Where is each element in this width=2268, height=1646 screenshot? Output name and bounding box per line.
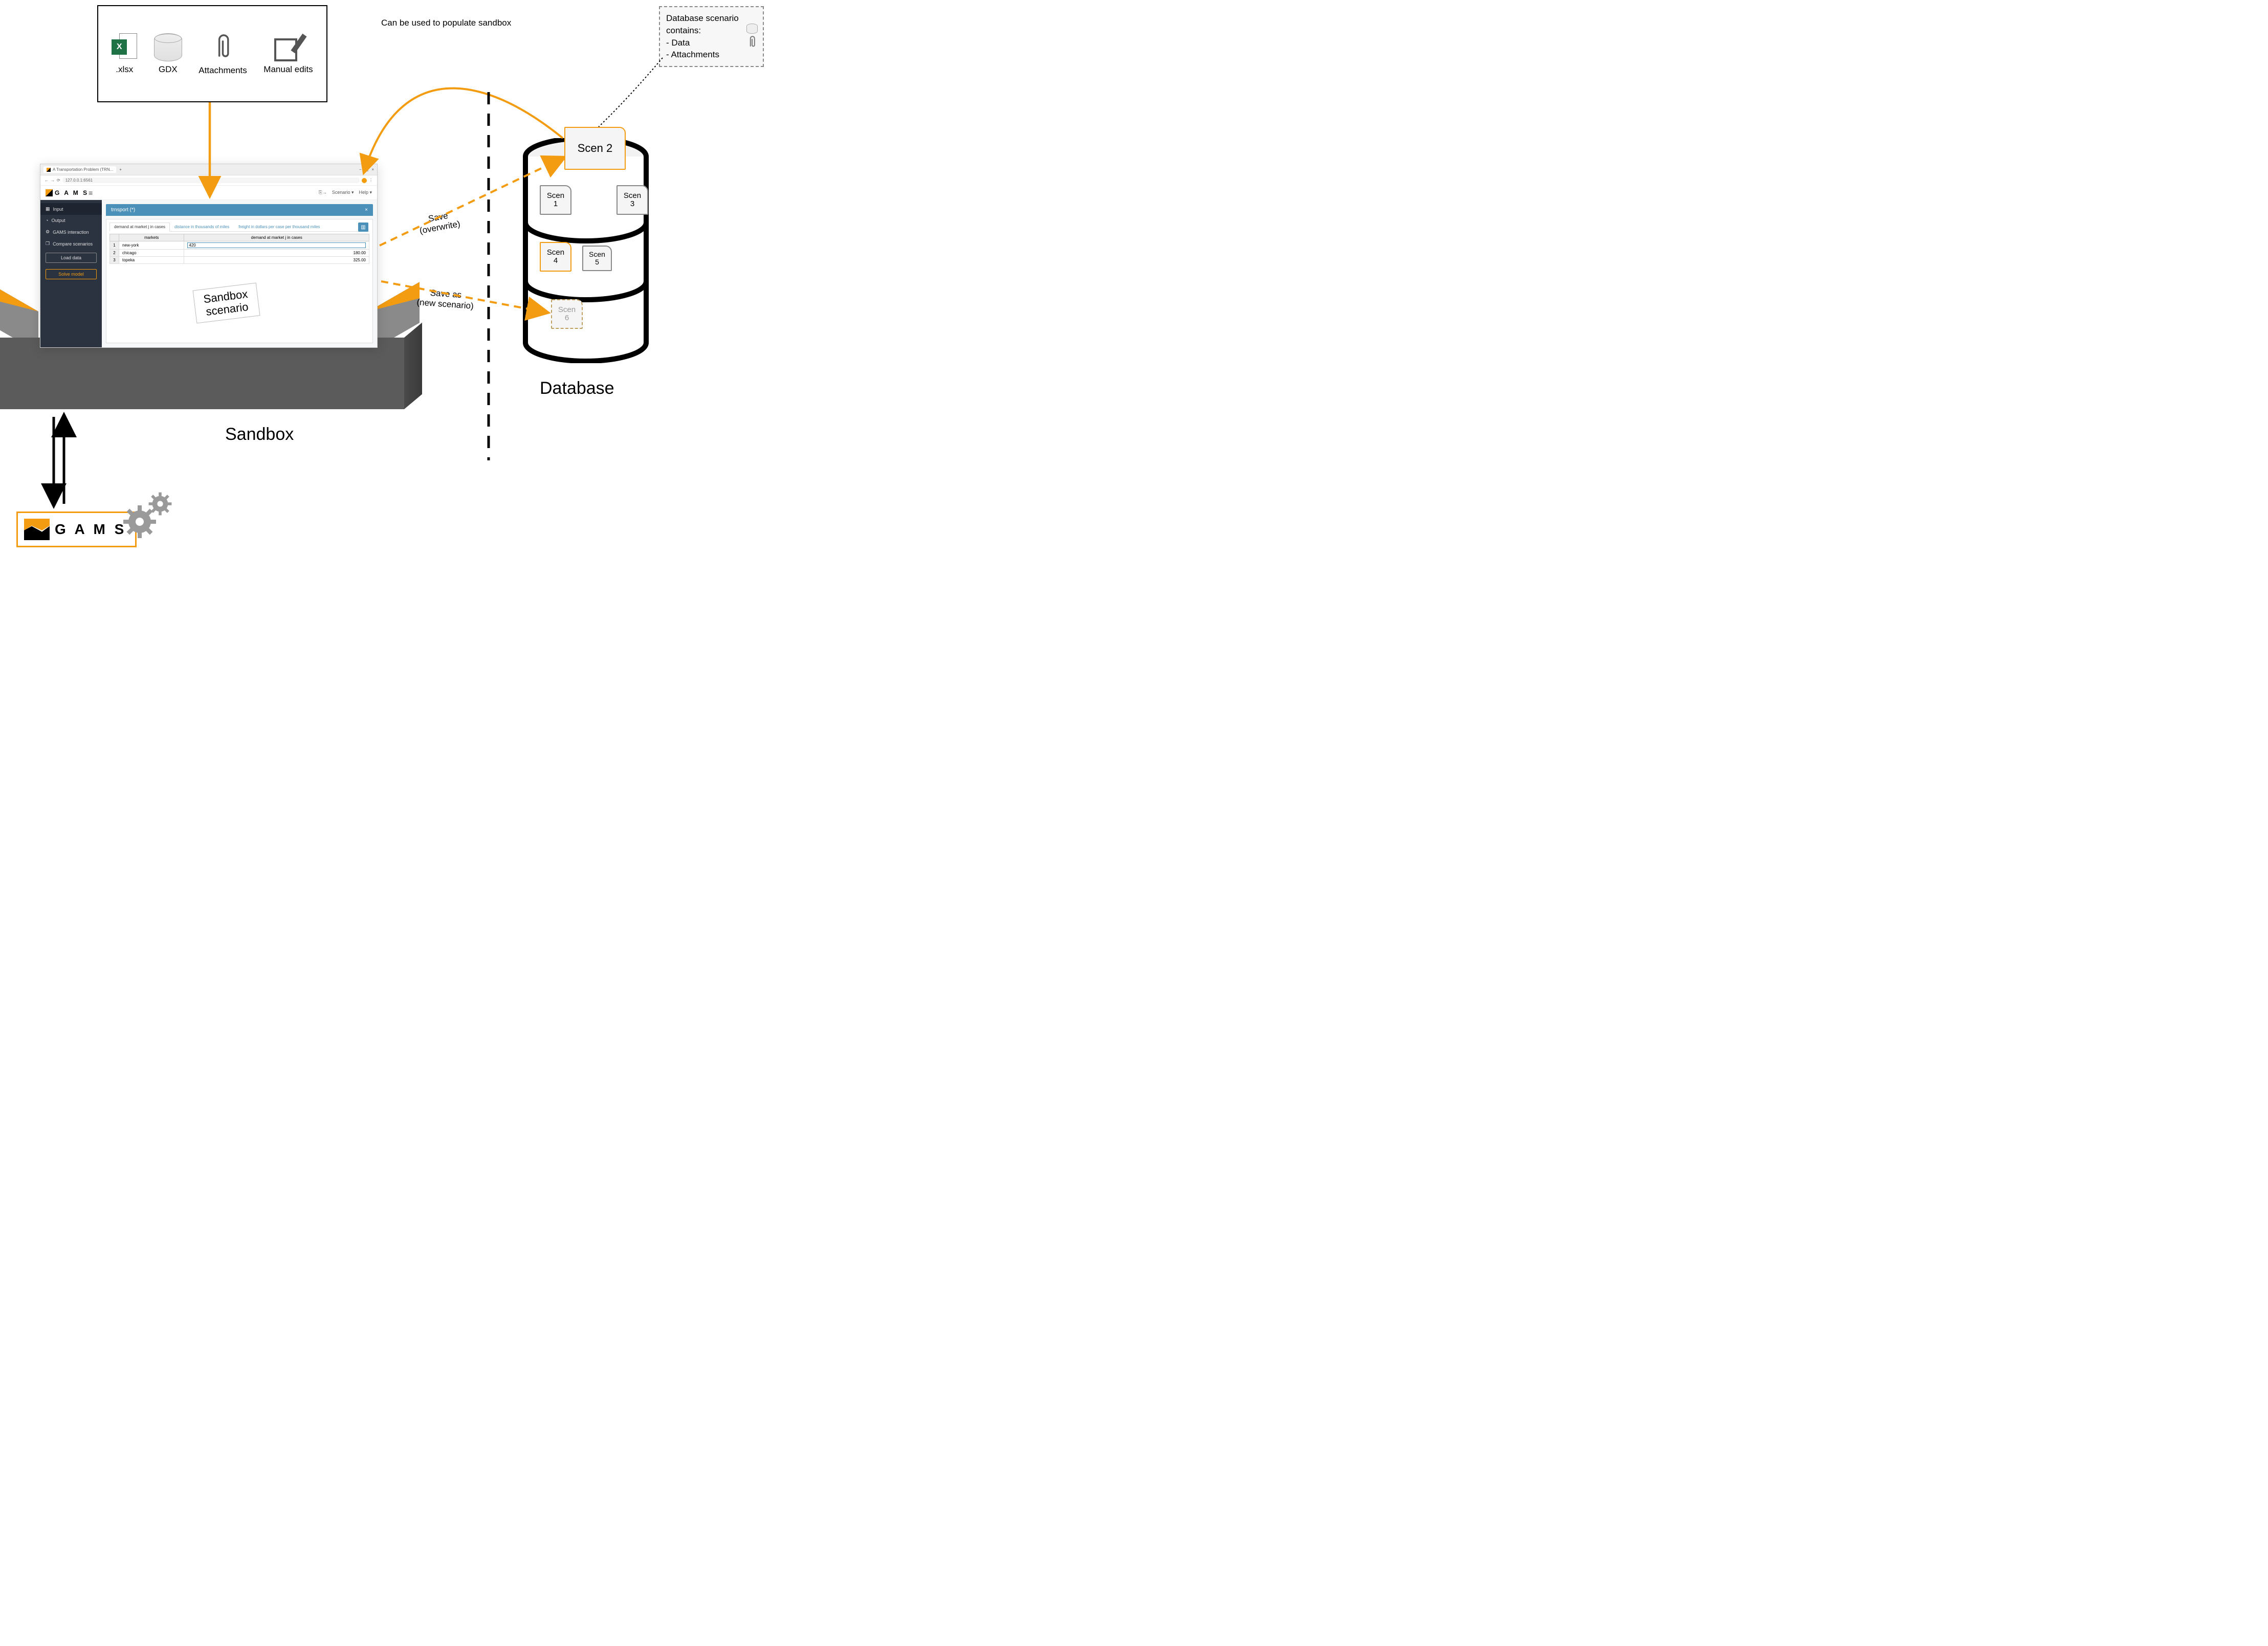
scenario-card-6-placeholder: Scen6 — [551, 299, 583, 329]
browser-tab[interactable]: A Transportation Problem (TRN... — [43, 166, 116, 173]
gams-brand-text: G A M S — [55, 189, 89, 196]
window-minimize-icon[interactable]: − — [359, 167, 362, 172]
cell-demand[interactable]: 180.00 — [184, 250, 369, 257]
cell-demand[interactable]: 325.00 — [184, 257, 369, 264]
paperclip-icon — [214, 32, 232, 62]
profile-avatar-icon[interactable] — [362, 178, 367, 183]
attachments-label: Attachments — [199, 65, 247, 76]
gdx-label: GDX — [159, 64, 178, 75]
gams-logo-icon — [46, 189, 53, 196]
browser-tab-title: A Transportation Problem (TRN... — [53, 167, 113, 172]
address-field[interactable]: 127.0.0.1:6561 — [62, 177, 360, 183]
tab-distance[interactable]: distance in thousands of miles — [170, 223, 234, 231]
panel-close-button[interactable]: × — [365, 207, 368, 213]
sidebar-interaction-label: GAMS interaction — [53, 230, 89, 235]
cell-market[interactable]: topeka — [119, 257, 184, 264]
demand-input[interactable] — [187, 242, 366, 248]
edit-pencil-icon — [274, 33, 302, 61]
gdx-source: GDX — [154, 33, 182, 75]
manual-label: Manual edits — [263, 64, 313, 75]
sandbox-section-label: Sandbox — [225, 425, 294, 444]
browser-address-bar: ← → ⟳ 127.0.0.1:6561 ⋮ — [40, 175, 377, 186]
save-overwrite-annotation: Save(overwrite) — [417, 209, 461, 236]
browser-menu-icon[interactable]: ⋮ — [369, 178, 373, 183]
mini-paperclip-icon — [748, 35, 756, 46]
populate-annotation: Can be used to populate sandbox — [381, 18, 511, 28]
tab-demand[interactable]: demand at market j in cases — [109, 223, 170, 232]
database-section-label: Database — [540, 379, 614, 398]
col-demand: demand at market j in cases — [184, 234, 369, 241]
scenario-card-4: Scen4 — [540, 242, 571, 272]
callout-item-data: Data — [671, 38, 690, 48]
table-row[interactable]: 1 new-york — [110, 241, 369, 250]
gears-icon — [120, 486, 177, 542]
scenario-card-3: Scen3 — [616, 185, 648, 215]
sandbox-box-front — [0, 338, 404, 409]
new-tab-button[interactable]: + — [119, 167, 122, 172]
app-main-panel: trnsport (*) × ▥ demand at market j in c… — [102, 200, 377, 347]
nav-back-icon[interactable]: ← — [45, 178, 49, 183]
load-data-button[interactable]: Load data — [46, 253, 97, 263]
scenario-dropdown[interactable]: Scenario ▾ — [332, 190, 354, 195]
gear-icon: ⚙ — [46, 229, 50, 235]
solve-run-icon[interactable]: ⎘→ — [319, 190, 327, 195]
mini-database-icon — [746, 24, 758, 34]
nav-forward-icon[interactable]: → — [51, 178, 55, 183]
gams-logo-large-icon — [24, 519, 50, 540]
database-scenario-callout: Database scenario contains: - Data - Att… — [659, 6, 764, 67]
manual-source: Manual edits — [263, 33, 313, 75]
input-sources-panel: X .xlsx GDX Attachments Manual edits — [97, 5, 327, 102]
sidebar-item-compare[interactable]: ❐ Compare scenarios — [40, 238, 102, 250]
hamburger-menu-icon[interactable]: ≡ — [89, 189, 93, 197]
copy-icon: ❐ — [46, 241, 50, 247]
col-markets: markets — [119, 234, 184, 241]
help-dropdown[interactable]: Help ▾ — [359, 190, 372, 195]
gauge-icon: ◔ — [46, 218, 48, 223]
bar-chart-icon: ▥ — [361, 225, 365, 230]
window-close-icon[interactable]: × — [371, 167, 374, 172]
callout-title: Database scenario contains: — [666, 12, 757, 37]
chart-toggle-button[interactable]: ▥ — [358, 223, 368, 232]
save-as-annotation: Save as(new scenario) — [416, 287, 475, 312]
scenario-card-5: Scen5 — [582, 246, 612, 271]
table-row[interactable]: 2 chicago 180.00 — [110, 250, 369, 257]
scenario-card-2: Scen 2 — [564, 127, 626, 170]
xlsx-source: X .xlsx — [112, 33, 137, 75]
panel-header: trnsport (*) × — [106, 204, 373, 216]
sidebar-item-input[interactable]: ▦ Input — [40, 203, 102, 215]
sidebar-item-output[interactable]: ◔ Output — [40, 215, 102, 226]
gams-logo: G A M S — [46, 189, 89, 196]
grid-icon: ▦ — [46, 206, 50, 212]
sidebar-output-label: Output — [51, 218, 65, 223]
browser-tab-bar: A Transportation Problem (TRN... + − ▢ × — [40, 164, 377, 175]
cell-market[interactable]: new-york — [119, 241, 184, 250]
panel-title: trnsport (*) — [111, 207, 135, 213]
scenario-card-1: Scen1 — [540, 185, 571, 215]
tab-freight[interactable]: freight in dollars per case per thousand… — [234, 223, 324, 231]
app-sidebar: ▦ Input ◔ Output ⚙ GAMS interaction ❐ Co… — [40, 200, 102, 347]
cell-demand-editing[interactable] — [184, 241, 369, 250]
app-header: G A M S ≡ ⎘→ Scenario ▾ Help ▾ — [40, 186, 377, 200]
nav-reload-icon[interactable]: ⟳ — [57, 178, 60, 183]
attachments-source: Attachments — [199, 32, 247, 76]
gams-box-text: G A M S — [55, 521, 126, 538]
xlsx-label: .xlsx — [116, 64, 133, 75]
data-grid: markets demand at market j in cases 1 ne… — [109, 234, 369, 264]
sidebar-input-label: Input — [53, 207, 63, 212]
window-maximize-icon[interactable]: ▢ — [365, 167, 369, 172]
solve-model-button[interactable]: Solve model — [46, 269, 97, 279]
sidebar-compare-label: Compare scenarios — [53, 241, 93, 247]
cell-market[interactable]: chicago — [119, 250, 184, 257]
data-tabs: demand at market j in cases distance in … — [109, 223, 369, 232]
database-cylinder-icon — [154, 33, 182, 61]
excel-file-icon: X — [112, 33, 137, 61]
sidebar-item-interaction[interactable]: ⚙ GAMS interaction — [40, 226, 102, 238]
table-row[interactable]: 3 topeka 325.00 — [110, 257, 369, 264]
gams-engine-box: G A M S — [16, 511, 137, 547]
callout-item-attachments: Attachments — [671, 50, 719, 59]
